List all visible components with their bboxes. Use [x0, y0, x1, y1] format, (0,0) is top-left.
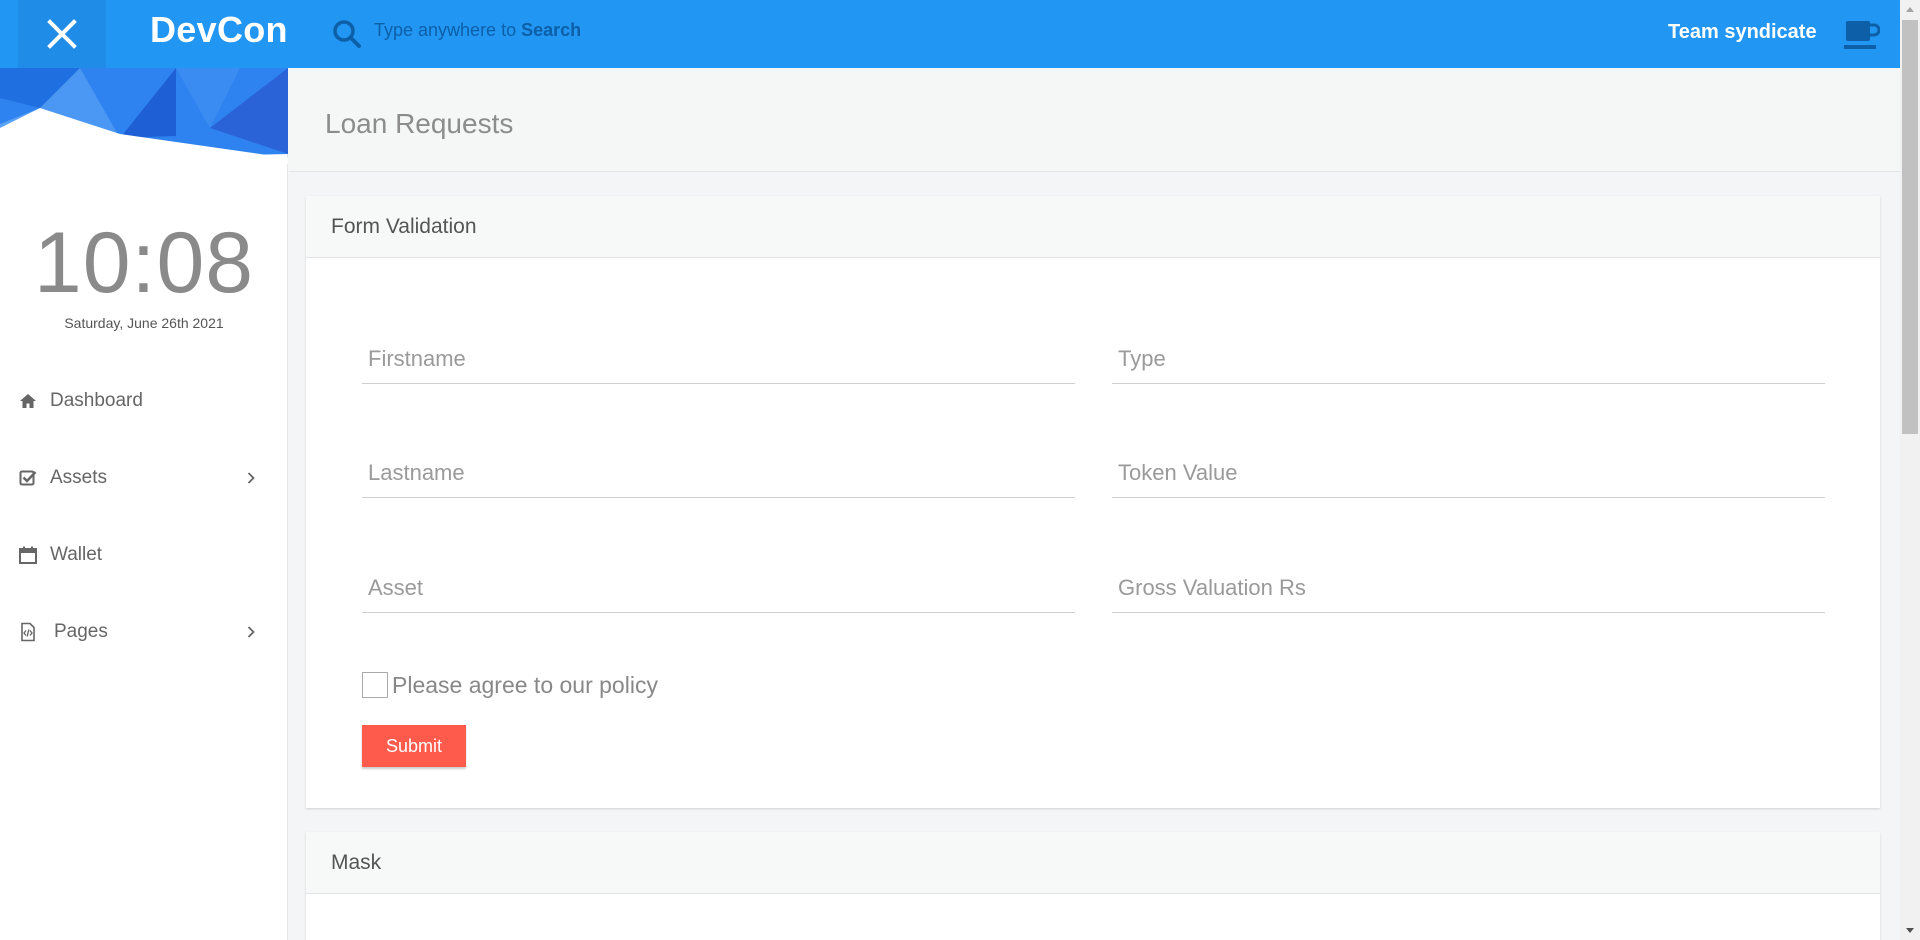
gross-valuation-field — [1112, 563, 1825, 613]
sidebar-item-label: Dashboard — [50, 390, 143, 411]
home-icon — [20, 394, 36, 408]
policy-checkbox[interactable] — [362, 672, 388, 698]
card-header: Mask — [306, 832, 1880, 894]
sidebar-item-label: Pages — [54, 621, 108, 642]
asset-field — [362, 563, 1075, 613]
search-prefix: Type anywhere to — [374, 20, 522, 40]
scroll-down-arrow-icon[interactable] — [1900, 922, 1920, 940]
top-bar: DevCon Type anywhere to Search Team synd… — [0, 0, 1900, 68]
coffee-cup-icon[interactable] — [1844, 17, 1880, 51]
firstname-field — [362, 334, 1075, 384]
lastname-field — [362, 448, 1075, 498]
policy-label: Please agree to our policy — [392, 672, 658, 698]
card-header: Form Validation — [306, 196, 1880, 258]
page-title: Loan Requests — [325, 108, 514, 139]
sidebar-item-pages[interactable]: Pages — [0, 607, 288, 657]
mask-card: Mask — [306, 832, 1880, 940]
search-icon[interactable] — [332, 19, 362, 49]
calendar-icon — [19, 546, 37, 564]
page-header: Loan Requests — [289, 68, 1900, 172]
clock: 10:08 — [33, 215, 255, 311]
scroll-up-arrow-icon[interactable] — [1900, 0, 1920, 18]
type-input[interactable] — [1112, 334, 1825, 383]
sidebar-banner — [0, 68, 288, 164]
card-title: Mask — [331, 850, 382, 874]
gross-valuation-input[interactable] — [1112, 563, 1825, 612]
search-input[interactable]: Type anywhere to Search — [374, 20, 581, 41]
type-field — [1112, 334, 1825, 384]
submit-button[interactable]: Submit — [362, 725, 466, 767]
card-title: Form Validation — [331, 214, 477, 238]
scrollbar-thumb[interactable] — [1902, 20, 1918, 434]
team-name[interactable]: Team syndicate — [1668, 21, 1817, 44]
sidebar-item-label: Assets — [50, 467, 108, 488]
chevron-right-icon — [247, 626, 255, 638]
firstname-input[interactable] — [362, 334, 1075, 383]
sidebar-item-dashboard[interactable]: Dashboard — [0, 376, 288, 426]
sidebar-item-assets[interactable]: Assets — [0, 453, 288, 503]
close-sidebar-button[interactable] — [18, 0, 106, 68]
token-value-input[interactable] — [1112, 448, 1825, 497]
sidebar-item-label: Wallet — [50, 544, 103, 565]
brand-logo[interactable]: DevCon — [150, 9, 288, 51]
lastname-input[interactable] — [362, 448, 1075, 497]
code-file-icon — [21, 622, 35, 642]
sidebar: 10:08 Saturday, June 26th 2021 Dashboard… — [0, 68, 288, 940]
asset-input[interactable] — [362, 563, 1075, 612]
date: Saturday, June 26th 2021 — [64, 315, 224, 331]
checkbox-icon — [19, 470, 37, 486]
close-icon — [47, 19, 77, 49]
vertical-scrollbar[interactable] — [1900, 0, 1920, 940]
chevron-right-icon — [247, 472, 255, 484]
sidebar-item-wallet[interactable]: Wallet — [0, 530, 288, 580]
search-keyword: Search — [521, 20, 582, 40]
form-validation-card: Form Validation Please agree to our poli… — [306, 196, 1880, 808]
token-value-field — [1112, 448, 1825, 498]
